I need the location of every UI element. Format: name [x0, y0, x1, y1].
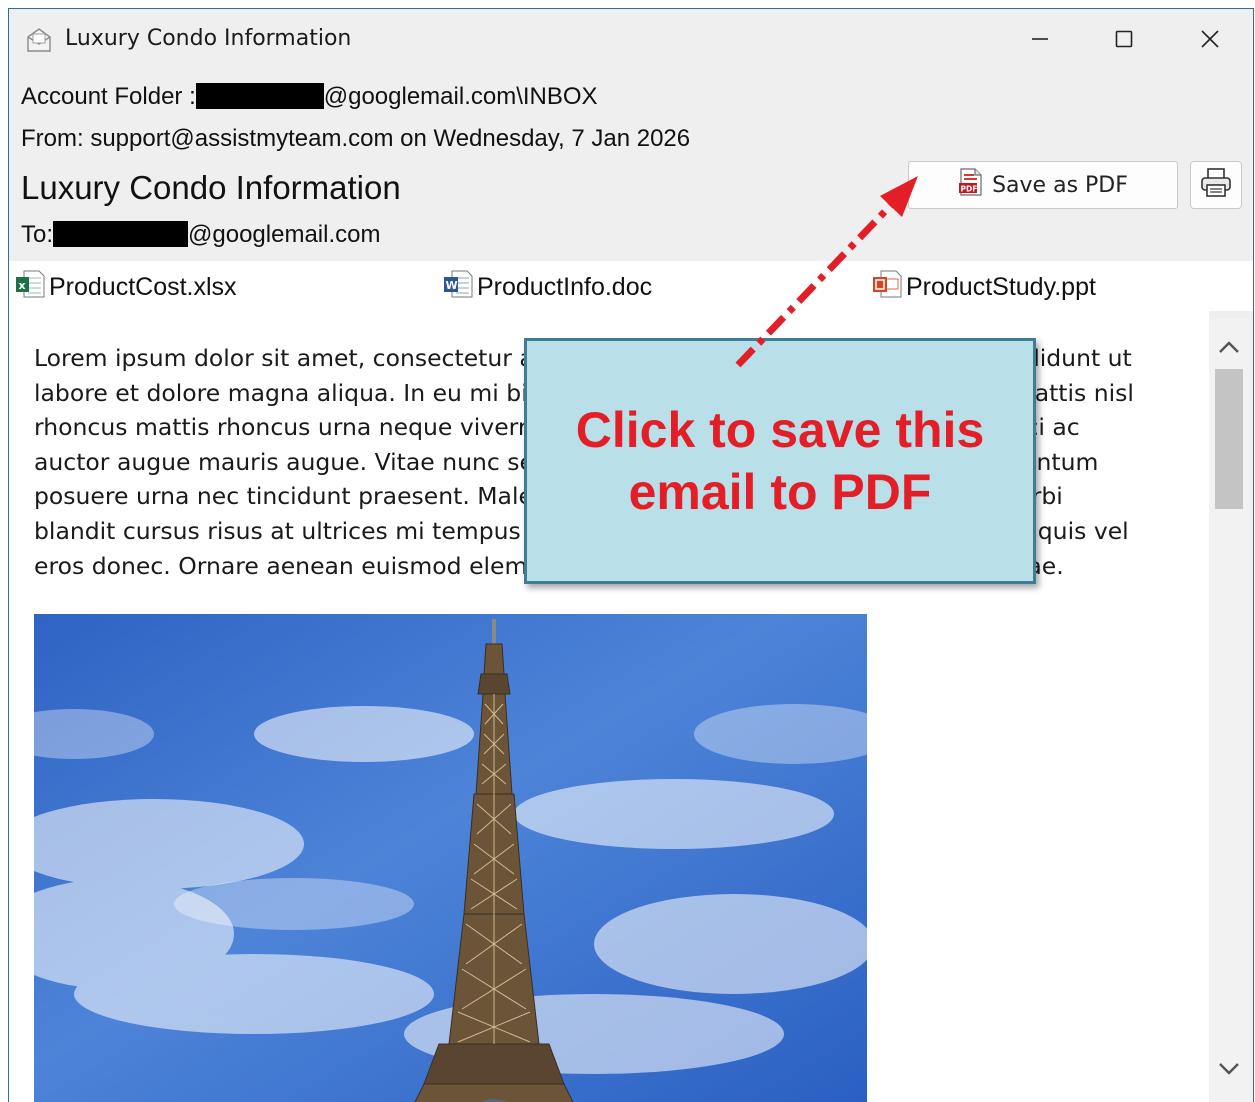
callout-line: email to PDF — [628, 464, 932, 520]
attachment-name: ProductInfo.doc — [477, 273, 653, 301]
to-address: @googlemail.com — [188, 221, 381, 248]
title-bar[interactable]: Luxury Condo Information — [9, 9, 1253, 67]
attachment-item[interactable]: W ProductInfo.doc — [443, 269, 652, 306]
close-icon — [1201, 30, 1219, 48]
to-line: To: @googlemail.com — [21, 221, 380, 249]
annotation-callout: Click to save this email to PDF — [524, 338, 1036, 584]
pdf-file-icon: PDF — [958, 168, 984, 202]
maximize-button[interactable] — [1101, 19, 1147, 59]
excel-file-icon: x — [15, 269, 45, 306]
redacted-block — [53, 221, 189, 247]
from-line: From: support@assistmyteam.com on Wednes… — [21, 125, 691, 152]
print-button[interactable] — [1190, 161, 1242, 209]
attachment-item[interactable]: ProductStudy.ppt — [872, 269, 1096, 306]
email-subject: Luxury Condo Information — [21, 169, 401, 206]
scroll-down-arrow[interactable] — [1209, 1049, 1249, 1089]
chevron-down-icon — [1219, 1063, 1239, 1075]
minimize-icon — [1032, 38, 1048, 40]
account-folder-label: Account Folder : — [21, 83, 196, 110]
save-as-pdf-button[interactable]: PDF Save as PDF — [908, 161, 1178, 209]
attachment-name: ProductCost.xlsx — [49, 273, 237, 301]
attachment-name: ProductStudy.ppt — [906, 273, 1096, 301]
svg-text:x: x — [19, 279, 26, 292]
svg-text:W: W — [446, 279, 458, 292]
svg-text:PDF: PDF — [961, 185, 978, 194]
scrollbar-thumb[interactable] — [1215, 369, 1243, 509]
word-file-icon: W — [443, 269, 473, 306]
account-folder-line: Account Folder : @googlemail.com\INBOX — [21, 83, 598, 111]
vertical-scrollbar[interactable] — [1209, 319, 1249, 1102]
maximize-icon — [1115, 30, 1133, 48]
attachments-bar: x ProductCost.xlsx W ProductInfo.doc Pro… — [9, 261, 1253, 311]
scroll-up-arrow[interactable] — [1209, 327, 1249, 367]
account-folder-path: @googlemail.com\INBOX — [323, 83, 598, 110]
minimize-button[interactable] — [1017, 19, 1063, 59]
callout-line: Click to save this — [575, 402, 985, 458]
printer-icon — [1199, 167, 1233, 204]
close-button[interactable] — [1187, 19, 1233, 59]
chevron-up-icon — [1219, 341, 1239, 353]
redacted-block — [195, 83, 324, 109]
eiffel-tower-photo — [34, 614, 867, 1102]
app-envelope-icon — [25, 26, 53, 54]
save-as-pdf-label: Save as PDF — [992, 172, 1128, 198]
callout-text: Click to save this email to PDF — [540, 399, 1020, 523]
powerpoint-file-icon — [872, 269, 902, 306]
attachment-item[interactable]: x ProductCost.xlsx — [15, 269, 237, 306]
window-title: Luxury Condo Information — [65, 26, 352, 51]
to-label: To: — [21, 221, 54, 248]
